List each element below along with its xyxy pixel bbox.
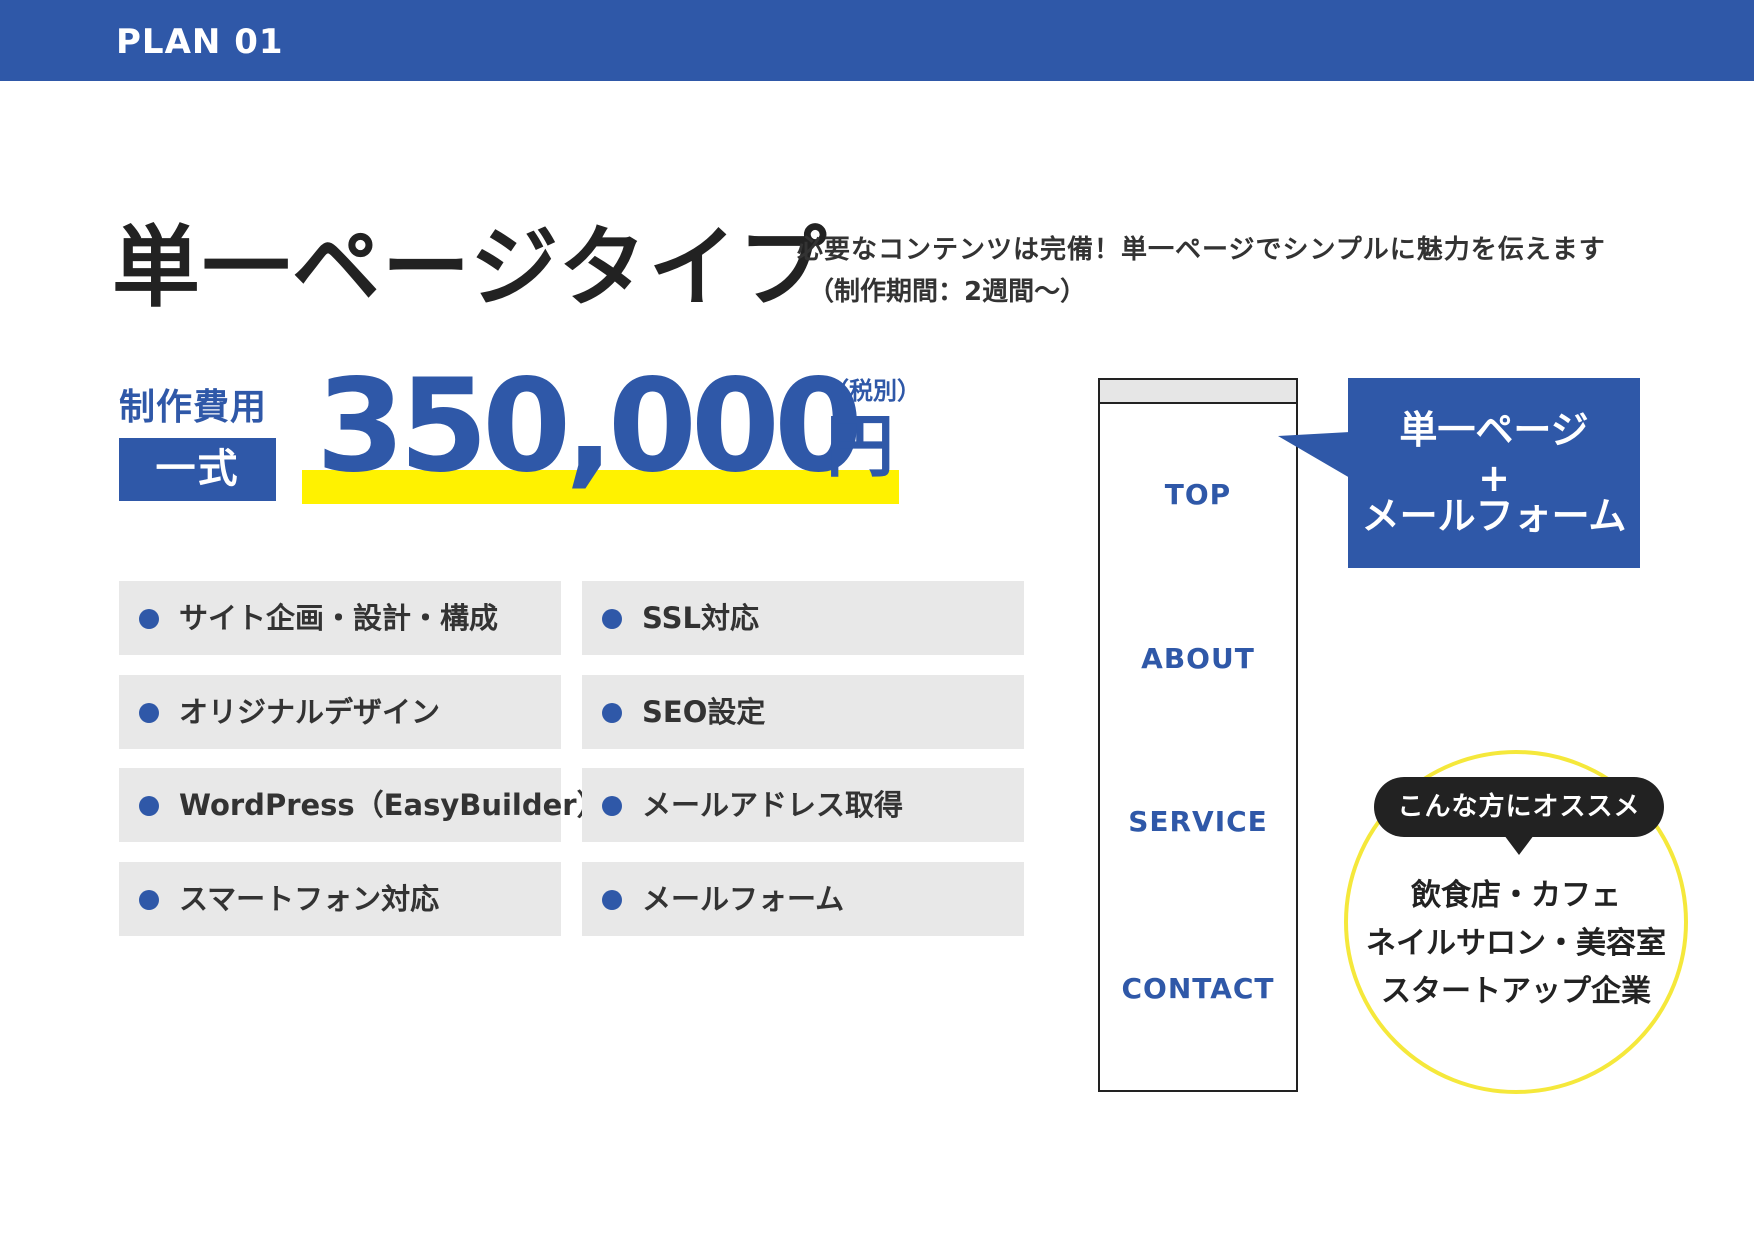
cost-label: 制作費用 (119, 387, 268, 428)
mockup-section-contact: CONTACT (1121, 972, 1275, 1005)
recommend-target: スタートアップ企業 (1381, 974, 1651, 1009)
mockup-section-service: SERVICE (1128, 805, 1268, 838)
feature-item: WordPress（EasyBuilder） (119, 768, 606, 842)
feature-label: オリジナルデザイン (179, 695, 441, 729)
bullet-dot-icon (139, 703, 159, 723)
feature-label: SEO設定 (642, 695, 766, 729)
feature-label: SSL対応 (642, 601, 759, 635)
feature-item: メールアドレス取得 (582, 768, 1024, 842)
mockup-header (1100, 380, 1296, 404)
feature-item: SEO設定 (582, 675, 1024, 749)
feature-label: スマートフォン対応 (179, 882, 440, 916)
currency-yen: 円 (826, 408, 895, 487)
bullet-dot-icon (602, 796, 622, 816)
speech-tail-icon (1504, 835, 1534, 855)
recommend-heading: こんな方にオススメ (1374, 777, 1664, 837)
set-badge: 一式 (119, 438, 276, 501)
feature-item: サイト企画・設計・構成 (119, 581, 561, 655)
feature-item: スマートフォン対応 (119, 862, 561, 936)
mockup-section-about: ABOUT (1141, 642, 1255, 675)
plan-label: PLAN 01 (116, 22, 284, 62)
bullet-dot-icon (602, 609, 622, 629)
page-title: 単一ページタイプ (112, 216, 829, 319)
feature-label: メールフォーム (642, 882, 845, 916)
tagline: 必要なコンテンツは完備！単一ページでシンプルに魅力を伝えます (797, 235, 1606, 265)
feature-label: WordPress（EasyBuilder） (179, 788, 606, 822)
recommend-target: ネイルサロン・美容室 (1366, 926, 1666, 961)
feature-label: サイト企画・設計・構成 (179, 601, 499, 635)
feature-item: SSL対応 (582, 581, 1024, 655)
tax-note: （税別） (825, 377, 921, 405)
bullet-dot-icon (139, 890, 159, 910)
recommend-target: 飲食店・カフェ (1411, 878, 1621, 913)
feature-label: メールアドレス取得 (642, 788, 904, 822)
mockup-section-top: TOP (1164, 478, 1232, 511)
callout-line-mail-form: メールフォーム (1361, 494, 1627, 538)
bullet-dot-icon (602, 890, 622, 910)
price-amount: 350,000 (316, 352, 863, 501)
feature-item: メールフォーム (582, 862, 1024, 936)
callout-line-single-page: 単一ページ (1399, 408, 1589, 452)
production-period: （制作期間：2週間〜） (808, 277, 1087, 307)
single-page-mockup: TOP ABOUT SERVICE CONTACT (1098, 378, 1298, 1092)
feature-item: オリジナルデザイン (119, 675, 561, 749)
bullet-dot-icon (602, 703, 622, 723)
bullet-dot-icon (139, 609, 159, 629)
callout-tail-icon (1278, 432, 1350, 478)
bullet-dot-icon (139, 796, 159, 816)
